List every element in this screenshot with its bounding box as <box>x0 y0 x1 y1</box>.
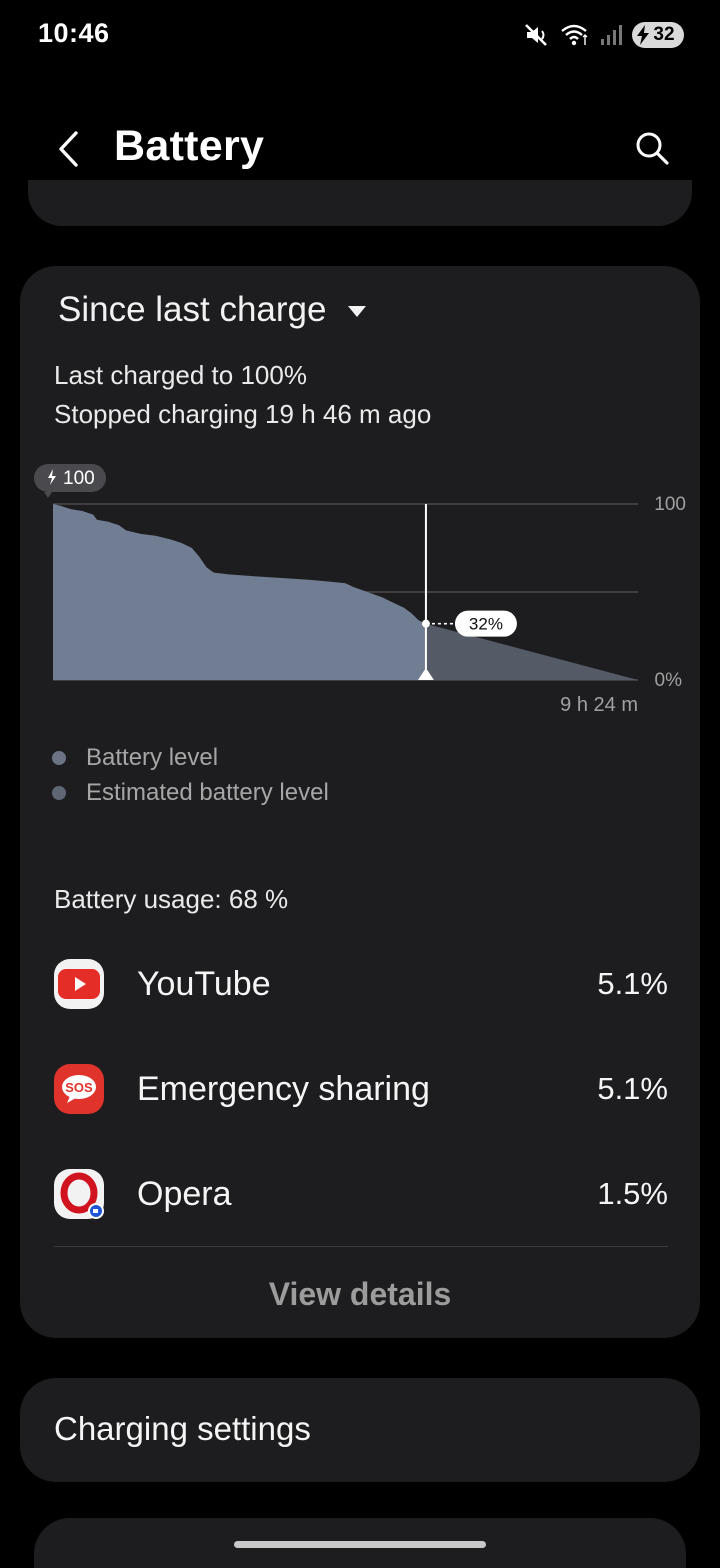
back-button[interactable] <box>48 126 88 172</box>
youtube-icon <box>54 959 104 1009</box>
chevron-left-icon <box>59 131 78 167</box>
period-label: Since last charge <box>58 290 327 329</box>
page-title: Battery <box>114 122 265 170</box>
legend-label: Battery level <box>86 743 219 771</box>
legend-item-battery-level: Battery level <box>52 740 329 775</box>
y-min-label: 0% <box>655 670 683 691</box>
app-name: Emergency sharing <box>137 1069 430 1108</box>
start-badge-pointer <box>44 492 52 498</box>
current-level-label: 32% <box>469 615 503 634</box>
home-indicator[interactable] <box>234 1541 486 1548</box>
wifi-icon <box>560 23 590 47</box>
sos-icon-text: SOS <box>65 1080 93 1095</box>
battery-usage-label: Battery usage: 68 % <box>54 884 289 914</box>
app-name: Opera <box>137 1174 232 1213</box>
battery-icon: 32 <box>632 22 684 48</box>
view-details-button[interactable]: View details <box>20 1266 700 1322</box>
app-percent: 1.5% <box>597 1176 668 1211</box>
legend-item-estimated-level: Estimated battery level <box>52 775 329 810</box>
dropdown-caret-icon <box>348 305 367 317</box>
chart-legend: Battery level Estimated battery level <box>52 740 329 810</box>
battery-chart: 32% 100 100 0% 9 h 24 m <box>20 456 700 726</box>
battery-chart-svg: 32% 100 100 0% 9 h 24 m <box>34 464 686 716</box>
last-charged-text: Last charged to 100% <box>54 360 307 390</box>
legend-label: Estimated battery level <box>86 778 329 806</box>
search-button[interactable] <box>630 126 674 170</box>
battery-level-text: 32 <box>653 24 675 45</box>
stopped-charging-text: Stopped charging 19 h 46 m ago <box>54 399 432 429</box>
divider <box>54 1246 668 1247</box>
status-time: 10:46 <box>38 18 110 48</box>
legend-dot <box>52 785 66 800</box>
status-bar: 10:46 32 <box>0 0 720 70</box>
estimated-level-area <box>425 623 638 680</box>
app-row-opera[interactable]: Opera 1.5% <box>54 1164 668 1224</box>
search-icon <box>636 132 669 165</box>
opera-icon <box>54 1169 104 1219</box>
y-max-label: 100 <box>654 494 686 515</box>
legend-dot <box>52 750 66 765</box>
period-dropdown[interactable]: Since last charge <box>58 290 367 330</box>
mute-icon <box>524 23 550 47</box>
charging-settings-card[interactable]: Charging settings <box>20 1378 700 1482</box>
battery-usage-card: Since last charge Last charged to 100% S… <box>20 266 700 1338</box>
app-row-emergency-sharing[interactable]: SOS Emergency sharing 5.1% <box>54 1059 668 1119</box>
current-level-point <box>421 619 430 628</box>
app-percent: 5.1% <box>597 1071 668 1106</box>
charging-settings-label: Charging settings <box>54 1410 311 1447</box>
sos-icon: SOS <box>54 1064 104 1114</box>
app-name: YouTube <box>137 964 271 1003</box>
start-level-label: 100 <box>63 468 95 489</box>
app-percent: 5.1% <box>597 966 668 1001</box>
status-icons: 32 <box>524 20 684 50</box>
x-end-label: 9 h 24 m <box>560 694 638 716</box>
previous-card <box>28 180 692 226</box>
app-row-youtube[interactable]: YouTube 5.1% <box>54 954 668 1014</box>
signal-icon <box>600 24 622 46</box>
